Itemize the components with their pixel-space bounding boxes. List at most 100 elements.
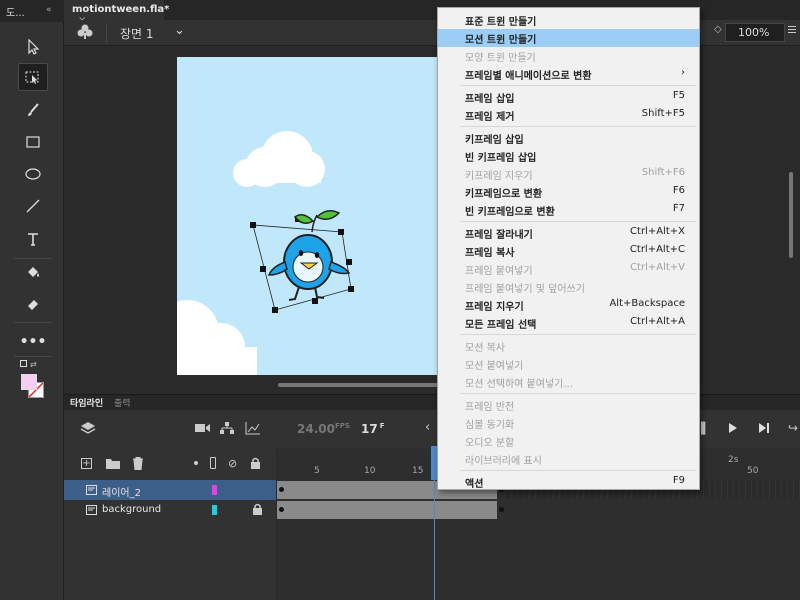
tab-timeline[interactable]: 타임라인 bbox=[70, 396, 103, 409]
menu-item-label: 프레임 지우기 bbox=[465, 302, 524, 313]
selection-tool[interactable] bbox=[18, 33, 48, 61]
eraser-tool[interactable] bbox=[18, 290, 48, 318]
menu-item[interactable]: 프레임 삽입 F5 bbox=[438, 88, 699, 106]
menu-item-shortcut: Ctrl+Alt+A bbox=[630, 316, 685, 327]
color-swatches[interactable]: ⇄ bbox=[20, 360, 44, 400]
parent-layer-icon[interactable] bbox=[219, 421, 235, 438]
layer-name: background bbox=[102, 504, 162, 515]
menu-item: 프레임 붙여넣기 및 덮어쓰기 bbox=[438, 278, 699, 296]
layer-header: + ⊘ bbox=[64, 448, 276, 480]
menu-item[interactable]: 프레임 잘라내기 Ctrl+Alt+X bbox=[438, 224, 699, 242]
menu-item-label: 모션 트윈 만들기 bbox=[465, 35, 537, 46]
graph-icon[interactable] bbox=[245, 421, 261, 438]
new-folder-icon[interactable] bbox=[106, 458, 120, 472]
new-layer-icon[interactable]: + bbox=[81, 458, 92, 469]
menu-item-shortcut: Shift+F5 bbox=[641, 108, 685, 119]
text-tool[interactable] bbox=[18, 225, 48, 253]
current-frame-field[interactable]: 17 F bbox=[361, 422, 385, 436]
layers-icon[interactable] bbox=[80, 421, 96, 438]
paint-bucket-tool[interactable] bbox=[18, 258, 48, 286]
menu-item[interactable]: 표준 트윈 만들기 bbox=[438, 11, 699, 29]
scene-icon[interactable] bbox=[76, 23, 94, 44]
menu-item-label: 프레임 반전 bbox=[465, 402, 515, 413]
menu-item[interactable]: 모션 트윈 만들기 bbox=[438, 29, 699, 47]
frame-span[interactable] bbox=[277, 501, 497, 519]
frame-row[interactable] bbox=[277, 500, 800, 520]
horizontal-scrollbar[interactable] bbox=[278, 383, 440, 387]
menu-item-label: 액션 bbox=[465, 479, 484, 490]
layer-color-chip[interactable] bbox=[212, 505, 217, 515]
scene-label: 장면 1 bbox=[120, 27, 154, 41]
oval-tool[interactable] bbox=[18, 160, 48, 188]
menu-item-label: 모양 트윈 만들기 bbox=[465, 53, 536, 64]
menu-item-shortcut: F5 bbox=[672, 90, 685, 101]
default-colors-icon[interactable] bbox=[20, 360, 27, 367]
menu-icon[interactable] bbox=[788, 26, 796, 33]
lock-icon[interactable] bbox=[250, 457, 261, 472]
keyframe-marker[interactable] bbox=[279, 507, 284, 512]
highlight-icon[interactable] bbox=[194, 461, 198, 465]
tab-output[interactable]: 출력 bbox=[114, 396, 131, 409]
layer-row[interactable]: 레이어_2 bbox=[64, 480, 276, 500]
vertical-scrollbar[interactable] bbox=[789, 172, 793, 258]
menu-item-shortcut: Shift+F6 bbox=[641, 167, 685, 178]
cloud-graphic bbox=[233, 131, 325, 187]
ruler-tick-label: 15 bbox=[412, 466, 424, 476]
more-tools-icon[interactable]: ••• bbox=[18, 328, 48, 356]
delete-layer-icon[interactable] bbox=[132, 456, 144, 473]
visibility-icon[interactable]: ⊘ bbox=[228, 457, 237, 470]
swap-colors-icon[interactable]: ⇄ bbox=[30, 360, 37, 369]
loop-icon[interactable]: ↪ bbox=[788, 421, 798, 435]
stroke-color-swatch[interactable] bbox=[21, 374, 37, 390]
menu-item[interactable]: 프레임별 애니메이션으로 변환 › bbox=[438, 65, 699, 83]
menu-item[interactable]: 빈 키프레임으로 변환 F7 bbox=[438, 201, 699, 219]
outline-icon[interactable] bbox=[210, 457, 216, 469]
layer-color-chip[interactable] bbox=[212, 485, 217, 495]
tools-panel: 도... « ••• ⇄ bbox=[0, 0, 64, 600]
lock-icon[interactable] bbox=[252, 503, 263, 515]
menu-item: 프레임 붙여넣기 Ctrl+Alt+V bbox=[438, 260, 699, 278]
collapse-icon[interactable]: « bbox=[46, 5, 52, 15]
playhead-line bbox=[434, 480, 435, 600]
menu-item[interactable]: 프레임 복사 Ctrl+Alt+C bbox=[438, 242, 699, 260]
menu-item[interactable]: 프레임 지우기 Alt+Backspace bbox=[438, 296, 699, 314]
fps-field[interactable]: 24.00FPS bbox=[297, 422, 350, 436]
current-frame-value: 17 bbox=[361, 422, 378, 436]
keyframe-marker[interactable] bbox=[279, 487, 284, 492]
menu-item[interactable]: 빈 키프레임 삽입 bbox=[438, 147, 699, 165]
document-tab[interactable]: motiontween.fla* × bbox=[64, 0, 169, 26]
rectangle-tool[interactable] bbox=[18, 128, 48, 156]
menu-item[interactable]: 프레임 제거 Shift+F5 bbox=[438, 106, 699, 124]
keyframe-marker[interactable] bbox=[499, 507, 504, 512]
menu-item[interactable]: 키프레임으로 변환 F6 bbox=[438, 183, 699, 201]
tools-panel-title[interactable]: 도... bbox=[0, 0, 64, 22]
stage-options-icon[interactable]: ◇ bbox=[714, 24, 722, 35]
camera-icon[interactable] bbox=[195, 422, 211, 437]
menu-item-label: 프레임 붙여넣기 bbox=[465, 266, 533, 277]
zoom-field[interactable]: 100% bbox=[725, 23, 785, 42]
step-icon[interactable]: ▌ bbox=[701, 422, 709, 435]
layer-type-icon bbox=[86, 485, 97, 495]
ruler-tick-label: 2s bbox=[728, 455, 739, 465]
oval-icon bbox=[25, 168, 41, 180]
menu-item-label: 키프레임으로 변환 bbox=[465, 189, 543, 200]
menu-item-shortcut: Ctrl+Alt+C bbox=[629, 244, 685, 255]
menu-item[interactable]: 키프레임 삽입 bbox=[438, 129, 699, 147]
menu-item-shortcut: Alt+Backspace bbox=[609, 298, 685, 309]
brush-tool[interactable] bbox=[18, 96, 48, 124]
line-tool[interactable] bbox=[18, 192, 48, 220]
stage[interactable] bbox=[177, 57, 439, 375]
layer-row[interactable]: background bbox=[64, 500, 276, 520]
free-transform-tool[interactable] bbox=[18, 63, 48, 91]
scene-dropdown-chevron-icon[interactable]: ⌄ bbox=[174, 23, 185, 38]
previous-keyframe-icon[interactable]: ‹ bbox=[425, 420, 430, 435]
menu-item[interactable]: 모든 프레임 선택 Ctrl+Alt+A bbox=[438, 314, 699, 332]
menu-item-label: 키프레임 삽입 bbox=[465, 135, 524, 146]
menu-item-label: 모든 프레임 선택 bbox=[465, 320, 537, 331]
step-forward-icon[interactable] bbox=[758, 422, 770, 437]
arrow-icon bbox=[28, 39, 40, 55]
menu-item[interactable]: 액션 F9 bbox=[438, 473, 699, 491]
play-icon[interactable] bbox=[728, 422, 738, 437]
stage-artwork bbox=[177, 131, 354, 375]
fps-unit: FPS bbox=[334, 422, 350, 430]
